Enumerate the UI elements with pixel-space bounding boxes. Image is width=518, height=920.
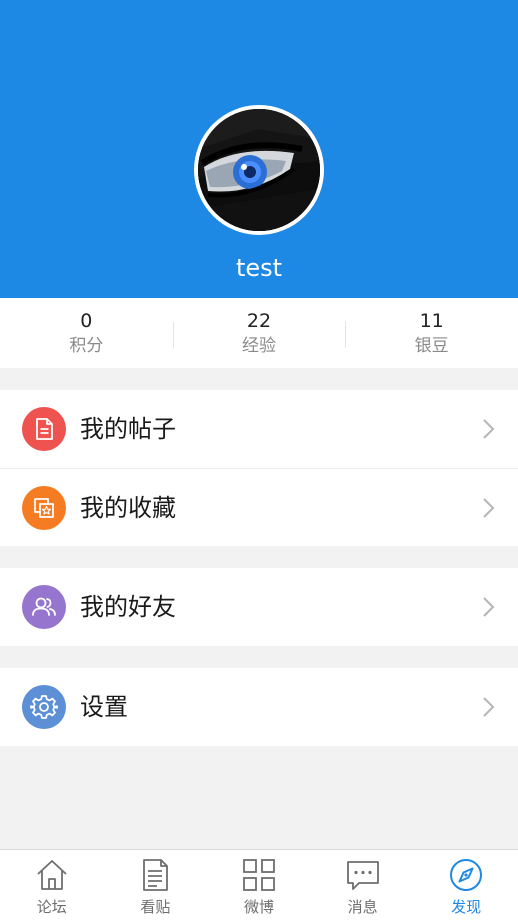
message-icon — [346, 861, 379, 890]
tab-label: 论坛 — [36, 898, 67, 916]
home-icon — [37, 860, 67, 890]
tab-weibo[interactable]: 微博 — [207, 850, 311, 920]
menu-label: 我的帖子 — [80, 415, 176, 443]
grid-icon — [243, 859, 275, 891]
tab-posts[interactable]: 看贴 — [104, 850, 208, 920]
menu-group-content: 我的帖子 我的收藏 — [0, 390, 518, 546]
compass-icon — [450, 859, 483, 891]
stat-value: 0 — [80, 309, 93, 332]
stat-label: 经验 — [242, 335, 276, 356]
menu-label: 设置 — [80, 693, 128, 721]
stat-value: 11 — [419, 309, 444, 332]
tab-forum[interactable]: 论坛 — [0, 850, 104, 920]
bottom-tab-bar: 论坛 看贴 微博 消息 发现 — [0, 849, 518, 920]
menu-item-settings[interactable]: 设置 — [0, 668, 518, 746]
menu-group-social: 我的好友 — [0, 568, 518, 646]
favorites-icon — [22, 486, 66, 530]
chevron-right-icon — [483, 697, 495, 717]
menu-group-system: 设置 — [0, 668, 518, 746]
stat-label: 积分 — [69, 335, 104, 356]
menu-item-my-posts[interactable]: 我的帖子 — [0, 390, 518, 468]
menu-item-my-friends[interactable]: 我的好友 — [0, 568, 518, 646]
tab-discover[interactable]: 发现 — [414, 850, 518, 920]
stat-silver-beans[interactable]: 11 银豆 — [345, 298, 518, 368]
stats-bar: 0 积分 22 经验 11 银豆 — [0, 298, 518, 368]
menu-label: 我的收藏 — [80, 494, 176, 522]
gear-icon — [22, 685, 66, 729]
avatar[interactable] — [194, 105, 324, 235]
stat-points[interactable]: 0 积分 — [0, 298, 173, 368]
friends-icon — [22, 585, 66, 629]
stat-label: 银豆 — [414, 335, 449, 356]
tab-label: 看贴 — [140, 898, 171, 916]
tab-label: 消息 — [347, 898, 378, 916]
chevron-right-icon — [483, 419, 495, 439]
username: test — [235, 254, 283, 282]
stat-experience[interactable]: 22 经验 — [172, 298, 346, 368]
profile-header: test — [0, 0, 518, 298]
tab-label: 发现 — [451, 898, 482, 916]
tab-messages[interactable]: 消息 — [311, 850, 415, 920]
menu-label: 我的好友 — [80, 593, 176, 621]
document-icon — [22, 407, 66, 451]
posts-icon — [143, 859, 169, 891]
stat-value: 22 — [246, 309, 272, 332]
chevron-right-icon — [483, 597, 495, 617]
tab-label: 微博 — [243, 898, 274, 916]
menu-item-my-favorites[interactable]: 我的收藏 — [0, 468, 518, 546]
chevron-right-icon — [483, 498, 495, 518]
